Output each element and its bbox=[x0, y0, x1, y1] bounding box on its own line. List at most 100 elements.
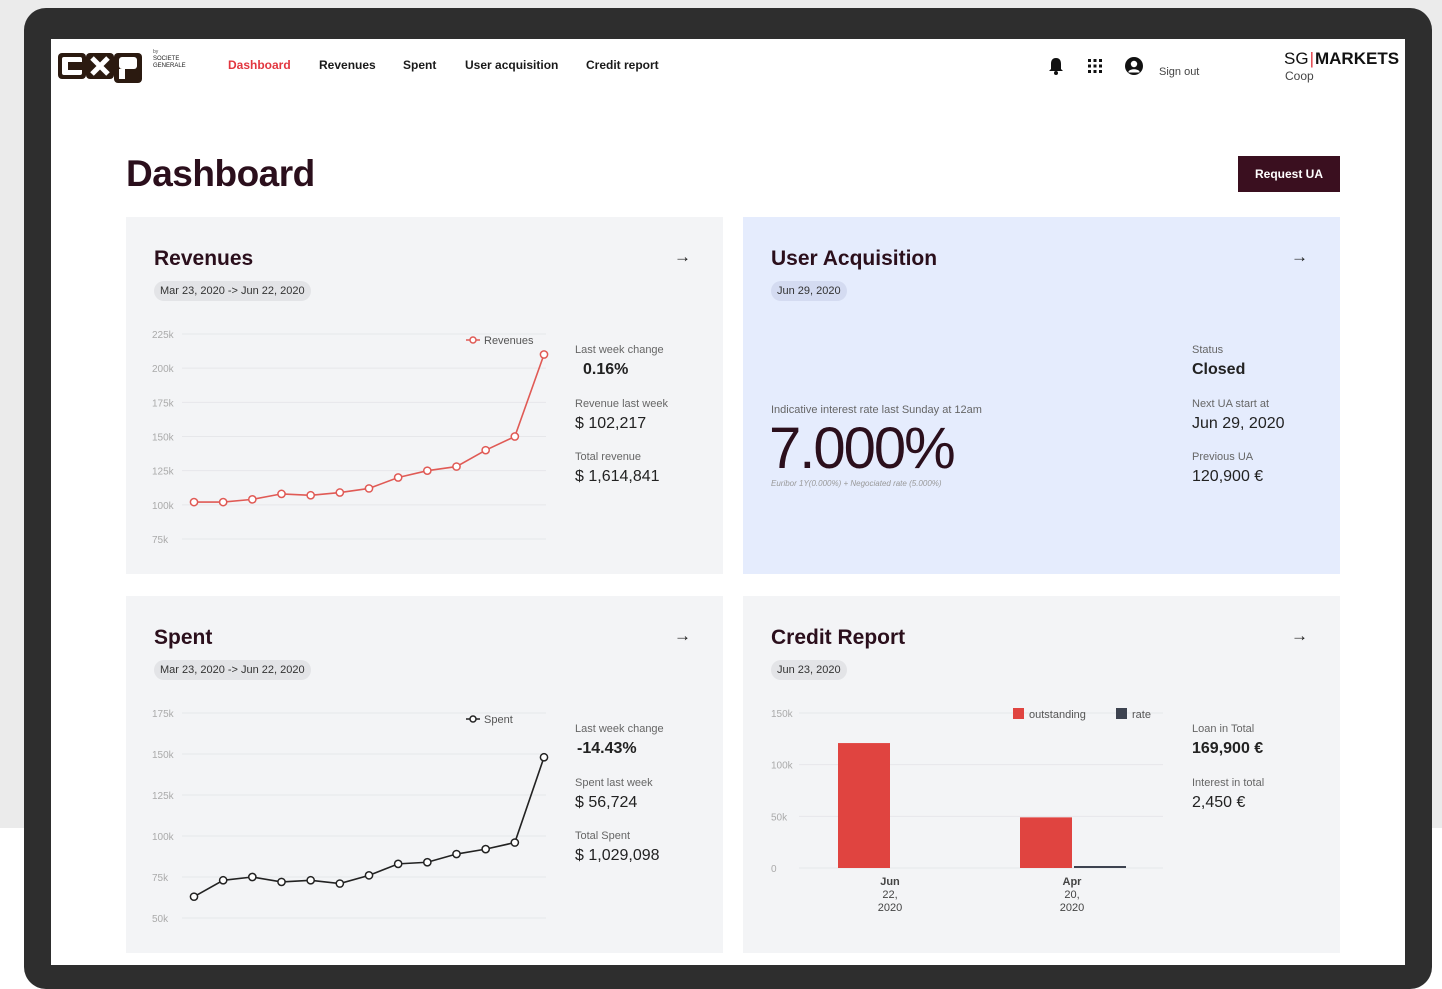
revenues-data-point bbox=[247, 495, 257, 504]
user-acquisition-card[interactable]: User Acquisition → Jun 29, 2020 Indicati… bbox=[743, 217, 1340, 574]
revenues-data-point bbox=[481, 445, 491, 455]
spent-data-point bbox=[539, 752, 549, 762]
credit-stat-label-1: Loan in Total bbox=[1192, 723, 1255, 735]
revenues-y-tick: 225k bbox=[152, 330, 175, 341]
spent-arrow-icon[interactable]: → bbox=[674, 626, 691, 646]
nav-link-dashboard[interactable]: Dashboard bbox=[228, 58, 291, 72]
credit-legend-swatch-rate bbox=[1116, 708, 1127, 719]
revenues-data-point bbox=[393, 473, 403, 482]
revenues-data-point bbox=[452, 462, 461, 471]
revenues-data-point bbox=[364, 484, 374, 493]
coop-label: Coop bbox=[1285, 69, 1314, 83]
markets-text: MARKETS bbox=[1314, 49, 1400, 68]
credit-y-tick: 50k bbox=[771, 812, 788, 823]
credit-x-tick-label: Apr bbox=[1063, 876, 1083, 888]
page-title: Dashboard bbox=[126, 153, 315, 194]
credit-report-date-chip: Jun 23, 2020 bbox=[771, 660, 847, 680]
credit-bar-outstanding bbox=[1020, 817, 1072, 868]
credit-stat-value-1: 169,900 € bbox=[1192, 740, 1264, 757]
spent-data-point bbox=[510, 838, 520, 847]
spent-data-point bbox=[189, 892, 199, 902]
revenues-y-tick: 150k bbox=[152, 433, 175, 444]
user-acquisition-date-chip: Jun 29, 2020 bbox=[771, 281, 847, 301]
credit-bar-rate bbox=[1074, 866, 1126, 868]
spent-stat-label-3: Total Spent bbox=[575, 830, 631, 842]
credit-y-tick: 0 bbox=[771, 864, 777, 875]
revenues-data-point bbox=[539, 350, 549, 359]
spent-stat-value-3: $ 1,029,098 bbox=[575, 847, 660, 864]
brand-by: by bbox=[153, 49, 159, 55]
credit-x-tick-label: 2020 bbox=[1060, 902, 1084, 914]
revenues-data-point bbox=[218, 497, 228, 507]
revenues-y-tick: 100k bbox=[152, 501, 175, 512]
revenues-data-point bbox=[306, 490, 316, 500]
revenues-data-point bbox=[510, 432, 520, 441]
spent-date-chip: Mar 23, 2020 -> Jun 22, 2020 bbox=[154, 660, 311, 680]
credit-legend-swatch-outstanding bbox=[1013, 708, 1024, 719]
credit-x-tick-label: 20, bbox=[1064, 889, 1079, 901]
ua-stat-label-3: Previous UA bbox=[1192, 451, 1254, 463]
user-account-icon[interactable] bbox=[1123, 55, 1145, 77]
revenues-stat-label-2: Revenue last week bbox=[575, 398, 668, 410]
credit-y-tick: 100k bbox=[771, 761, 794, 772]
revenues-legend-label: Revenues bbox=[484, 335, 534, 347]
spent-data-point bbox=[422, 857, 432, 867]
revenues-series-line bbox=[194, 354, 545, 503]
revenues-y-tick: 75k bbox=[152, 535, 169, 546]
spent-card[interactable]: Spent → Mar 23, 2020 -> Jun 22, 2020 175… bbox=[126, 596, 723, 953]
nav-link-user-acquisition[interactable]: User acquisition bbox=[465, 58, 558, 72]
cxp-logo[interactable] bbox=[57, 47, 143, 85]
ua-stat-label-1: Status bbox=[1192, 344, 1224, 356]
revenues-y-tick: 200k bbox=[152, 364, 175, 375]
revenues-title: Revenues bbox=[154, 247, 254, 270]
spent-data-point bbox=[393, 859, 403, 869]
credit-stat-value-2: 2,450 € bbox=[1192, 794, 1246, 811]
revenues-date-chip: Mar 23, 2020 -> Jun 22, 2020 bbox=[154, 281, 311, 301]
credit-stat-label-2: Interest in total bbox=[1192, 777, 1265, 789]
interest-rate-value: 7.000% bbox=[769, 416, 956, 481]
request-ua-button[interactable]: Request UA bbox=[1238, 156, 1340, 192]
revenues-y-tick: 125k bbox=[152, 467, 175, 478]
rate-note: Euribor 1Y(0.000%) + Negociated rate (5.… bbox=[771, 479, 942, 488]
spent-stat-value-2: $ 56,724 bbox=[575, 794, 638, 811]
nav-link-revenues[interactable]: Revenues bbox=[319, 58, 376, 72]
logo-separator: | bbox=[1309, 49, 1314, 68]
spent-title: Spent bbox=[154, 626, 213, 649]
bell-icon[interactable] bbox=[1045, 55, 1067, 77]
credit-report-card[interactable]: Credit Report → Jun 23, 2020 150k 100k 50k… bbox=[743, 596, 1340, 953]
spent-legend-label: Spent bbox=[484, 714, 513, 726]
revenues-card[interactable]: Revenues → Mar 23, 2020 -> Jun 22, 2020 … bbox=[126, 217, 723, 574]
spent-data-point bbox=[218, 875, 228, 885]
credit-bar-outstanding bbox=[838, 743, 890, 868]
revenues-stat-value-2: $ 102,217 bbox=[575, 415, 647, 432]
revenues-legend-marker bbox=[469, 336, 477, 344]
apps-grid-icon[interactable] bbox=[1084, 55, 1106, 77]
revenues-y-tick: 175k bbox=[152, 398, 175, 409]
revenues-arrow-icon[interactable]: → bbox=[674, 247, 691, 267]
revenues-data-point bbox=[422, 466, 432, 476]
credit-x-tick-label: 2020 bbox=[878, 902, 902, 914]
nav-link-credit-report[interactable]: Credit report bbox=[586, 58, 659, 72]
spent-data-point bbox=[277, 877, 286, 887]
top-nav: by SOCIETE GENERALE Dashboard Revenues S… bbox=[51, 39, 1405, 95]
spent-data-point bbox=[335, 879, 345, 888]
brand-byline: by SOCIETE GENERALE bbox=[153, 49, 186, 70]
brand-line1: SOCIETE bbox=[153, 56, 180, 62]
sg-text: SG bbox=[1284, 49, 1309, 68]
nav-link-spent[interactable]: Spent bbox=[403, 58, 436, 72]
spent-legend-marker bbox=[469, 715, 477, 723]
ua-stat-value-1: Closed bbox=[1192, 361, 1246, 378]
revenues-stat-value-1: 0.16% bbox=[583, 361, 629, 378]
ua-stat-value-2: Jun 29, 2020 bbox=[1192, 415, 1285, 432]
user-acquisition-arrow-icon[interactable]: → bbox=[1291, 247, 1308, 267]
credit-chart: 150k100k50k0Jun22,2020Apr20,2020outstand… bbox=[771, 708, 1163, 914]
spent-y-tick: 100k bbox=[152, 832, 175, 843]
credit-report-arrow-icon[interactable]: → bbox=[1291, 626, 1308, 646]
credit-x-tick-label: Jun bbox=[880, 876, 900, 888]
user-acquisition-title: User Acquisition bbox=[771, 247, 938, 270]
revenues-data-point bbox=[335, 488, 345, 497]
revenues-data-point bbox=[189, 497, 199, 507]
spent-stat-label-1: Last week change bbox=[575, 723, 664, 735]
sign-out-link[interactable]: Sign out bbox=[1159, 66, 1199, 78]
spent-y-tick: 125k bbox=[152, 791, 175, 802]
